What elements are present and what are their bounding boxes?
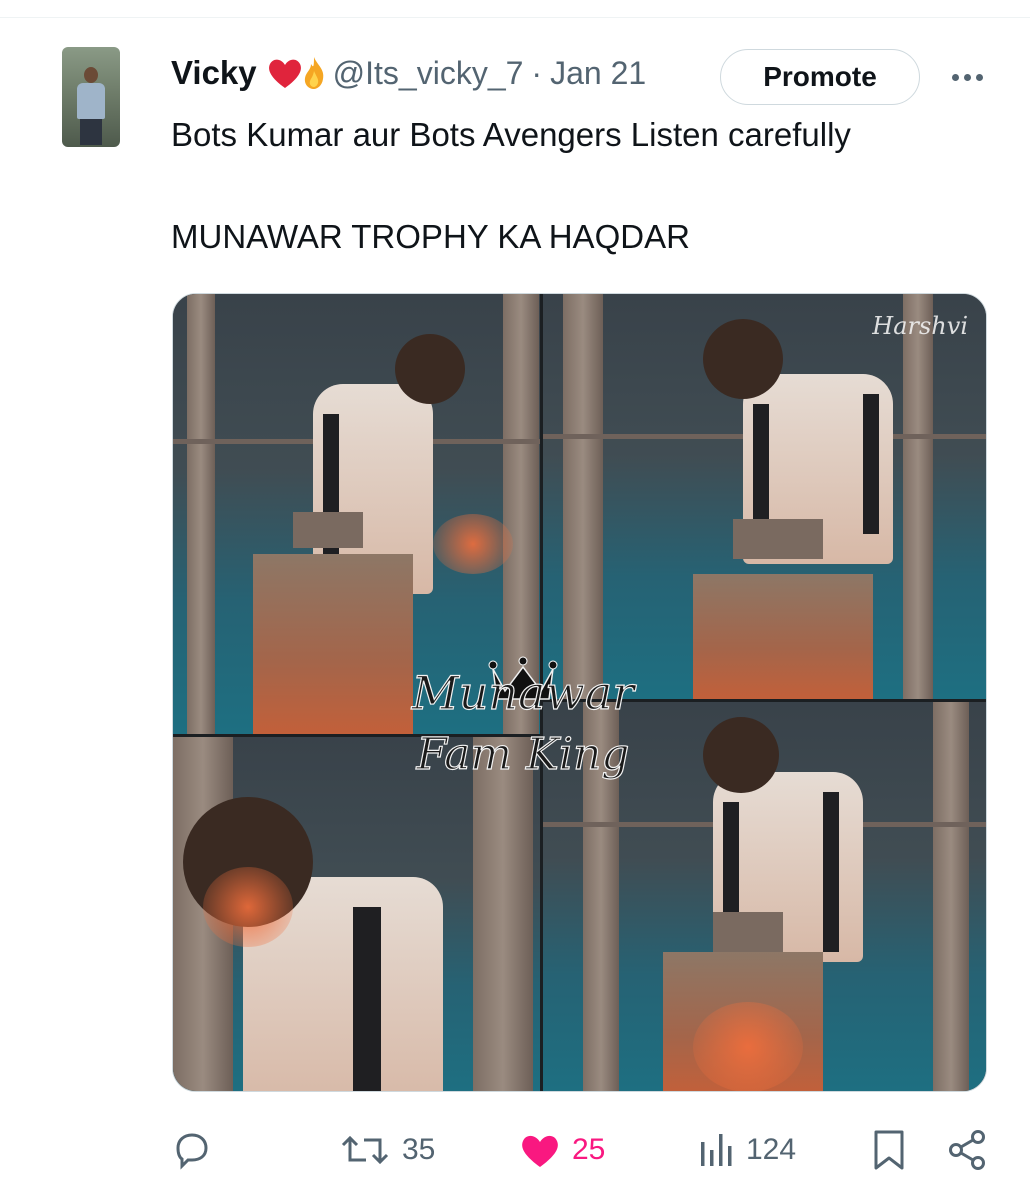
retweet-button[interactable]: 35 [338,1118,435,1182]
author-handle[interactable]: @Its_vicky_7 [333,55,524,92]
tweet-action-bar: 35 25 124 [0,1118,1030,1182]
top-divider [0,17,1030,18]
fire-emoji-icon [304,57,323,89]
reply-button[interactable] [172,1118,222,1182]
views-button[interactable]: 124 [696,1118,796,1182]
tweet-date[interactable]: Jan 21 [550,55,646,92]
heart-icon [522,1135,558,1167]
watermark-harshvi: Harshvi [872,312,968,340]
reply-icon [176,1133,208,1170]
header-separator: · [531,54,543,91]
munawar-fam-king-watermark: Munawar Fam King [410,656,638,781]
bookmark-button[interactable] [870,1118,908,1182]
more-icon[interactable] [945,60,989,94]
like-count: 25 [572,1133,606,1166]
retweet-count: 35 [402,1133,436,1166]
watermark-line-2: Fam King [416,729,630,780]
promote-button[interactable]: Promote [720,49,920,105]
share-icon [949,1130,985,1170]
views-count: 124 [746,1133,797,1166]
tweet-media-collage[interactable]: Harshvi Munawar Fam King [172,293,987,1092]
red-heart-emoji-icon [268,59,301,88]
watermark-line-1: Munawar [411,666,638,720]
like-button[interactable]: 25 [518,1118,605,1182]
retweet-icon [341,1135,389,1165]
share-button[interactable] [946,1118,988,1182]
author-name[interactable]: Vicky [171,54,257,92]
tweet-header: Vicky @Its_vicky_7 · Jan 21 [171,50,646,96]
views-icon [701,1134,732,1166]
avatar[interactable] [62,47,120,147]
bookmark-icon [874,1130,904,1170]
tweet-text-line-1: Bots Kumar aur Bots Avengers Listen care… [171,116,851,153]
tweet-text-line-2: MUNAWAR TROPHY KA HAQDAR [171,218,690,255]
